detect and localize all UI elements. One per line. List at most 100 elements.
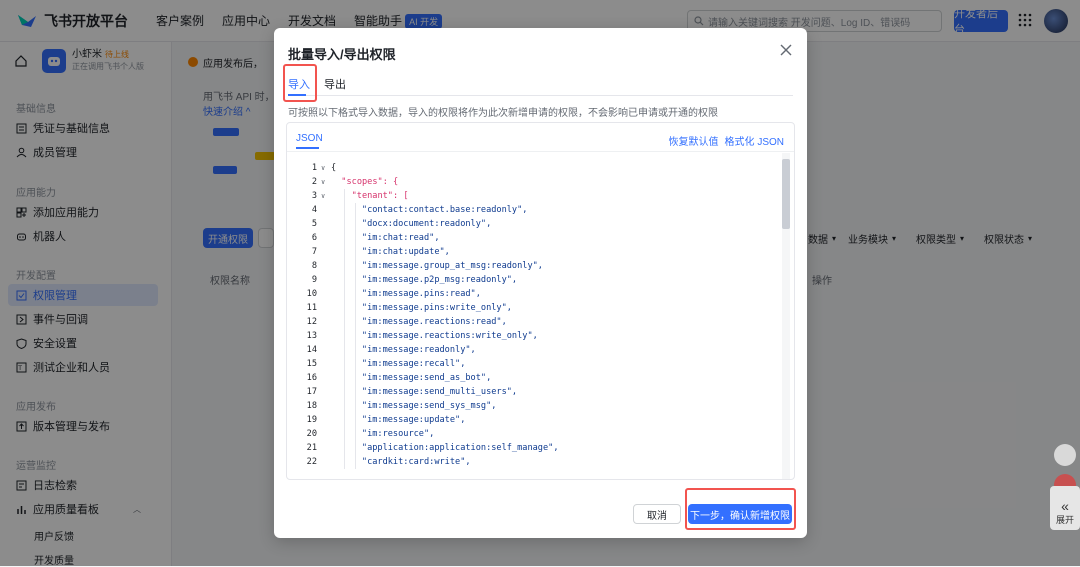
code-text: "scopes": { (341, 177, 399, 187)
indent-guide (354, 231, 356, 245)
highlight-import-tab (283, 64, 317, 102)
line-number: 10 (306, 289, 317, 299)
code-text: "im:message:send_multi_users", (361, 387, 518, 397)
line-number: 9 (311, 275, 317, 285)
code-text: "im:message:send_sys_msg", (361, 401, 497, 411)
line-number: 3 (311, 191, 317, 201)
indent-guide (344, 427, 346, 441)
indent-guide (354, 301, 356, 315)
code-line: 15 "im:message:recall", (297, 357, 783, 371)
line-number: 2 (311, 177, 317, 187)
indent-guide (354, 371, 356, 385)
code-line: 13 "im:message.reactions:write_only", (297, 329, 783, 343)
code-text: "im:message.pins:read", (361, 289, 481, 299)
tab-export[interactable]: 导出 (324, 76, 346, 92)
line-number: 19 (306, 415, 317, 425)
line-number: 14 (306, 345, 317, 355)
indent-guide (344, 455, 346, 469)
code-text: "cardkit:card:write", (361, 457, 471, 467)
indent-guide (344, 217, 346, 231)
code-line: 7 "im:chat:update", (297, 245, 783, 259)
indent-guide (354, 427, 356, 441)
cancel-button[interactable]: 取消 (633, 504, 681, 524)
fold-chevron-icon[interactable]: ∨ (321, 189, 325, 203)
code-text: "im:chat:update", (361, 247, 450, 257)
code-line: 6 "im:chat:read", (297, 231, 783, 245)
indent-guide (354, 315, 356, 329)
code-line: 14 "im:message:readonly", (297, 343, 783, 357)
line-number: 13 (306, 331, 317, 341)
indent-guide (354, 455, 356, 469)
indent-guide (354, 343, 356, 357)
code-text: "im:message.pins:write_only", (361, 303, 512, 313)
line-number: 8 (311, 261, 317, 271)
code-line: 12 "im:message.reactions:read", (297, 315, 783, 329)
code-line: 19 "im:message:update", (297, 413, 783, 427)
editor-scrollbar-thumb[interactable] (782, 159, 790, 229)
help-float-button[interactable] (1054, 444, 1076, 466)
code-text: "im:message:send_as_bot", (361, 373, 492, 383)
indent-guide (354, 399, 356, 413)
indent-guide (354, 385, 356, 399)
indent-guide (344, 385, 346, 399)
fold-chevron-icon[interactable]: ∨ (321, 175, 325, 189)
code-text: "im:message.group_at_msg:readonly", (361, 261, 543, 271)
code-line: 18 "im:message:send_sys_msg", (297, 399, 783, 413)
line-number: 21 (306, 443, 317, 453)
line-number: 5 (311, 219, 317, 229)
code-line: 20 "im:resource", (297, 427, 783, 441)
editor-tab-indicator (296, 147, 319, 149)
indent-guide (344, 315, 346, 329)
code-line: 1 ∨ { (297, 161, 783, 175)
line-number: 22 (306, 457, 317, 467)
line-number: 6 (311, 233, 317, 243)
close-icon[interactable] (779, 43, 793, 57)
indent-guide (344, 245, 346, 259)
line-number: 15 (306, 359, 317, 369)
indent-guide (354, 287, 356, 301)
line-number: 7 (311, 247, 317, 257)
modal-title: 批量导入/导出权限 (288, 47, 396, 62)
indent-guide (344, 357, 346, 371)
code-line: 10 "im:message.pins:read", (297, 287, 783, 301)
code-line: 9 "im:message.p2p_msg:readonly", (297, 273, 783, 287)
fold-chevron-icon[interactable]: ∨ (321, 161, 325, 175)
indent-guide (344, 231, 346, 245)
code-text: "im:message.reactions:read", (361, 317, 507, 327)
editor-divider (287, 151, 794, 152)
indent-guide (344, 399, 346, 413)
indent-guide (344, 273, 346, 287)
indent-guide (354, 357, 356, 371)
code-text: "im:message:recall", (361, 359, 466, 369)
double-chevron-left-icon: « (1061, 498, 1069, 514)
code-line: 16 "im:message:send_as_bot", (297, 371, 783, 385)
json-editor[interactable]: JSON 恢复默认值 格式化 JSON 1 ∨ {2 ∨ "scopes": {3 ∨ "t… (286, 122, 795, 480)
code-text: "im:resource", (361, 429, 435, 439)
format-json-link[interactable]: 格式化 JSON (725, 133, 784, 148)
line-number: 4 (311, 205, 317, 215)
indent-guide (344, 203, 346, 217)
code-text: "contact:contact.base:readonly", (361, 205, 528, 215)
editor-tab-json[interactable]: JSON (296, 133, 323, 144)
indent-guide (354, 413, 356, 427)
restore-default-link[interactable]: 恢复默认值 (669, 133, 719, 148)
code-line: 21 "application:application:self_manage", (297, 441, 783, 455)
code-text: "docx:document:readonly", (361, 219, 492, 229)
line-number: 20 (306, 429, 317, 439)
code-line: 3 ∨ "tenant": [ (297, 189, 783, 203)
expand-panel-button[interactable]: « 展开 (1050, 486, 1080, 530)
indent-guide (344, 287, 346, 301)
indent-guide (354, 441, 356, 455)
line-number: 1 (311, 163, 317, 173)
indent-guide (354, 273, 356, 287)
line-number: 17 (306, 387, 317, 397)
import-description: 可按照以下格式导入数据，导入的权限将作为此次新增申请的权限，不会影响已申请或开通… (288, 108, 718, 119)
indent-guide (344, 259, 346, 273)
code-area[interactable]: 1 ∨ {2 ∨ "scopes": {3 ∨ "tenant": [4 "contact:c… (297, 161, 783, 469)
code-line: 2 ∨ "scopes": { (297, 175, 783, 189)
line-number: 16 (306, 373, 317, 383)
code-line: 22 "cardkit:card:write", (297, 455, 783, 469)
indent-guide (344, 189, 346, 203)
line-number: 18 (306, 401, 317, 411)
highlight-next-button (685, 488, 796, 530)
